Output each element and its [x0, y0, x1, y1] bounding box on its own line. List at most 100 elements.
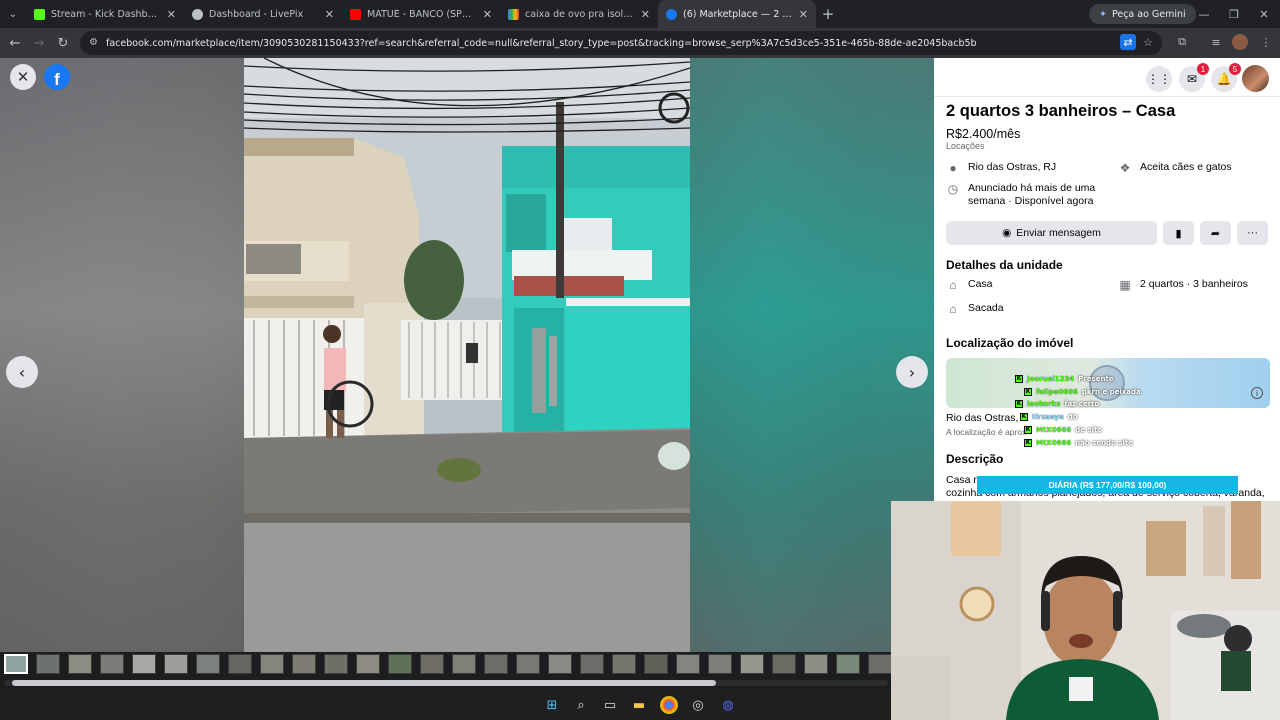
photo-thumbnail[interactable]	[484, 654, 508, 674]
tab-search-button[interactable]: ⌄	[0, 0, 26, 28]
photo-thumbnail[interactable]	[36, 654, 60, 674]
tab-youtube[interactable]: MATUÊ - BANCO (SPEED UP) ◂ ✕	[342, 0, 500, 28]
photo-thumbnail[interactable]	[164, 654, 188, 674]
livepix-favicon-icon	[192, 8, 203, 20]
extensions-icon[interactable]: ⧉	[1174, 34, 1190, 50]
photo-thumbnail[interactable]	[708, 654, 732, 674]
photo-thumbnail[interactable]	[4, 654, 28, 674]
chat-username: Jooruel1234	[1027, 374, 1075, 383]
photo-thumbnail[interactable]	[324, 654, 348, 674]
account-avatar[interactable]	[1242, 65, 1269, 92]
close-tab-icon[interactable]: ✕	[325, 8, 334, 21]
photo-thumbnail[interactable]	[516, 654, 540, 674]
chat-username: leokorks	[1027, 399, 1061, 408]
photo-thumbnail[interactable]	[804, 654, 828, 674]
tab-marketplace[interactable]: (6) Marketplace — 2 quartos 3 ✕	[658, 0, 816, 28]
share-arrow-icon: ➦	[1210, 227, 1221, 240]
listing-price: R$2.400/mês	[946, 127, 1021, 141]
send-message-button[interactable]: ◉ Enviar mensagem	[946, 221, 1157, 245]
photo-thumbnail[interactable]	[452, 654, 476, 674]
photo-thumbnail[interactable]	[100, 654, 124, 674]
close-tab-icon[interactable]: ✕	[641, 8, 650, 21]
messenger-badge: 1	[1197, 63, 1209, 75]
media-control-icon[interactable]: ≡	[1208, 34, 1224, 50]
unit-details-heading: Detalhes da unidade	[946, 258, 1063, 272]
notifications-badge: 5	[1229, 63, 1241, 75]
chat-username: MtX0666	[1036, 425, 1072, 434]
messenger-icon[interactable]: ✉ 1	[1179, 63, 1209, 92]
kick-badge-icon: K	[1015, 399, 1023, 408]
paw-icon: ❖	[1119, 160, 1131, 175]
previous-photo-button[interactable]: ‹	[6, 356, 38, 388]
photo-thumbnail[interactable]	[644, 654, 668, 674]
close-tab-icon[interactable]: ✕	[167, 8, 176, 21]
tab-livepix[interactable]: Dashboard - LivePix ✕	[184, 0, 342, 28]
photo-thumbnail[interactable]	[260, 654, 284, 674]
map-info-icon[interactable]: i	[1251, 387, 1263, 399]
new-tab-button[interactable]: +	[816, 5, 840, 23]
bookmark-star-icon[interactable]: ☆	[1140, 34, 1156, 50]
chat-message: K MtX0666 de site	[1024, 424, 1102, 435]
reload-icon[interactable]: ↻	[51, 28, 75, 58]
close-viewer-button[interactable]: ✕	[10, 64, 36, 90]
chat-text: do	[1067, 412, 1078, 421]
minimize-button[interactable]: —	[1188, 0, 1220, 28]
tab-google-search[interactable]: caixa de ovo pra isolar quarto - ✕	[500, 0, 658, 28]
address-bar[interactable]: ⚙ facebook.com/marketplace/item/30905302…	[80, 31, 1162, 55]
photo-thumbnail[interactable]	[356, 654, 380, 674]
photo-thumbnail[interactable]	[132, 654, 156, 674]
restore-button[interactable]: ❐	[1218, 0, 1250, 28]
listing-category[interactable]: Locações	[946, 141, 985, 151]
translate-icon[interactable]: ⇄	[1120, 34, 1136, 50]
photo-thumbnail[interactable]	[740, 654, 764, 674]
forward-arrow-icon[interactable]: →	[27, 28, 51, 58]
photo-thumbnail[interactable]	[580, 654, 604, 674]
webcam-image	[891, 501, 1280, 720]
unit-type-row: ⌂ Casa	[946, 278, 992, 292]
photo-thumbnail[interactable]	[292, 654, 316, 674]
photo-thumbnail[interactable]	[676, 654, 700, 674]
browser-menu-icon[interactable]: ⋮	[1258, 34, 1274, 50]
chrome-icon[interactable]	[660, 696, 678, 714]
photo-thumbnail[interactable]	[388, 654, 412, 674]
listed-time-text: Anunciado há mais de uma semana · Disponí…	[968, 182, 1095, 208]
search-icon[interactable]: ⌕	[572, 696, 590, 714]
discord-icon[interactable]: ◍	[719, 696, 737, 714]
save-button[interactable]: ▮	[1163, 221, 1194, 245]
notifications-bell-icon[interactable]: 🔔 5	[1211, 63, 1241, 92]
profile-avatar-icon[interactable]	[1232, 34, 1248, 50]
photo-thumbnail[interactable]	[772, 654, 796, 674]
close-tab-icon[interactable]: ✕	[799, 8, 808, 21]
more-dots-icon: ···	[1247, 227, 1258, 239]
photo-thumbnail[interactable]	[420, 654, 444, 674]
more-options-button[interactable]: ···	[1237, 221, 1268, 245]
file-explorer-icon[interactable]: ▬	[630, 696, 648, 714]
close-window-button[interactable]: ✕	[1248, 0, 1280, 28]
obs-icon[interactable]: ◎	[689, 696, 707, 714]
photo-thumbnail[interactable]	[68, 654, 92, 674]
close-tab-icon[interactable]: ✕	[483, 8, 492, 21]
menu-grid-icon[interactable]: ⋮⋮	[1146, 66, 1172, 92]
photo-thumbnail[interactable]	[228, 654, 252, 674]
rooms-text: 2 quartos · 3 banheiros	[1140, 278, 1248, 290]
gemini-button[interactable]: ✦ Peça ao Gemini	[1089, 4, 1196, 24]
site-info-icon[interactable]: ⚙	[89, 37, 98, 48]
back-arrow-icon[interactable]: ←	[3, 28, 27, 58]
map-location-text: Rio das Ostras, R	[946, 412, 1029, 424]
photo-thumbnail[interactable]	[612, 654, 636, 674]
chat-username: felipe0606	[1036, 387, 1078, 396]
chat-message: Kfelipe0606 pkrn e peixada	[1024, 386, 1141, 397]
share-button[interactable]: ➦	[1200, 221, 1231, 245]
thumbnail-scrollbar[interactable]	[4, 680, 888, 686]
task-view-icon[interactable]: ▭	[601, 696, 619, 714]
next-photo-button[interactable]: ›	[896, 356, 928, 388]
listed-time-line1: Anunciado há mais de uma	[968, 182, 1096, 194]
scrollbar-thumb[interactable]	[12, 680, 716, 686]
start-windows-icon[interactable]: ⊞	[543, 696, 561, 714]
tab-kick-dashboard[interactable]: Stream - Kick Dashboard ✕	[26, 0, 184, 28]
photo-thumbnail[interactable]	[868, 654, 892, 674]
photo-thumbnail[interactable]	[548, 654, 572, 674]
photo-thumbnail[interactable]	[196, 654, 220, 674]
facebook-logo-icon[interactable]: f	[44, 64, 70, 90]
photo-thumbnail[interactable]	[836, 654, 860, 674]
